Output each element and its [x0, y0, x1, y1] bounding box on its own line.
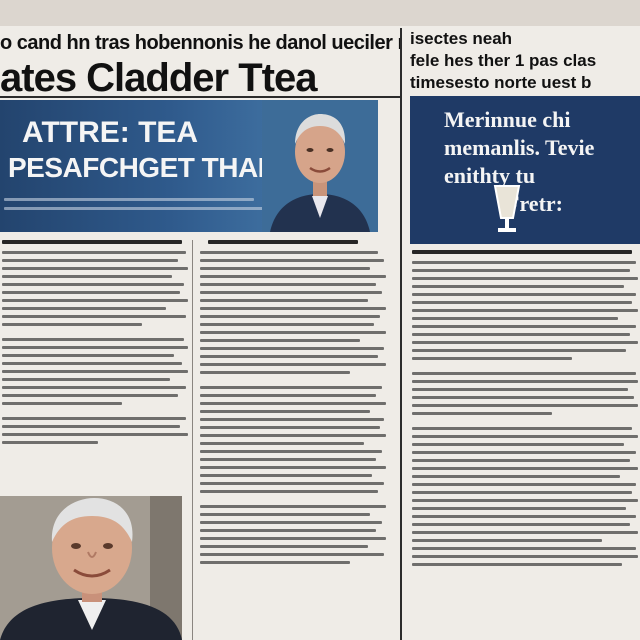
article-column-3 — [412, 250, 638, 640]
headline-banner: ATTRE: TEA PESAFCHGET THAIR — [0, 100, 378, 232]
right-headline-line-2: fele hes ther 1 pas clas — [410, 51, 597, 70]
panel-line-1: Merinnue chi — [444, 107, 571, 132]
right-headline-line-1: isectes neah — [410, 29, 513, 48]
panel-line-4: Fretr: — [506, 191, 563, 216]
right-headline-line-3: timesesto norte uest b — [410, 73, 592, 92]
newspaper-page: o cand hn tras hobennonis he danol uecil… — [0, 0, 640, 640]
feature-panel-text: Merinnue chi memanlis. Tevie enithty tu … — [444, 106, 640, 218]
panel-line-3: enithty tu — [444, 163, 536, 188]
panel-line-2: memanlis. Tevie — [444, 135, 595, 160]
banner-line-2: PESAFCHGET THAIR — [8, 152, 285, 183]
portrait-illustration-small — [262, 100, 378, 232]
column-rule-left — [192, 240, 193, 640]
main-headline: ates Cladder Ttea — [0, 56, 317, 100]
article-column-1 — [2, 240, 188, 490]
top-strip — [0, 0, 640, 26]
feature-panel: Merinnue chi memanlis. Tevie enithty tu … — [410, 96, 640, 244]
headline-rule — [0, 96, 400, 98]
portrait-illustration-large — [0, 496, 182, 640]
portrait-photo-small — [262, 100, 378, 232]
right-headline: isectes neah fele hes ther 1 pas clas ti… — [410, 28, 640, 94]
column-rule-right — [400, 28, 402, 640]
glass-icon — [493, 185, 521, 232]
portrait-photo-large — [0, 496, 182, 640]
banner-line-1: ATTRE: TEA — [22, 116, 199, 149]
article-column-2 — [200, 240, 386, 640]
banner-caption — [4, 198, 274, 216]
